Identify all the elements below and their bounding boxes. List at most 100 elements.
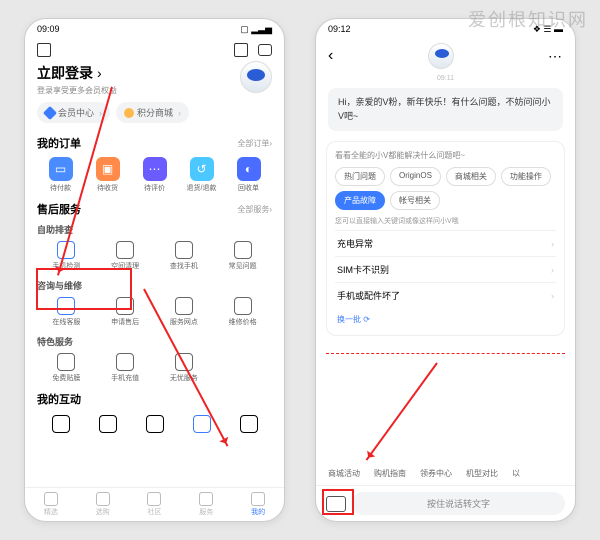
back-button[interactable]: ‹ bbox=[328, 47, 333, 65]
quick-activity[interactable]: 商城活动 bbox=[328, 468, 360, 479]
order-pending-pay[interactable]: ▭待付款 bbox=[37, 157, 84, 193]
timestamp: 09:11 bbox=[316, 75, 575, 82]
svc-cleanup[interactable]: 空间清理 bbox=[96, 241, 155, 271]
recycle-icon: ◐ bbox=[237, 157, 261, 181]
nav-mine[interactable]: 我的 bbox=[232, 492, 284, 517]
after-title: 售后服务 bbox=[37, 201, 81, 217]
quick-more[interactable]: 以 bbox=[512, 468, 520, 479]
phone-icon bbox=[57, 241, 75, 259]
bag-icon bbox=[96, 492, 110, 506]
tag-fault[interactable]: 产品故障 bbox=[335, 191, 385, 210]
order-refund[interactable]: ↺退货/退款 bbox=[178, 157, 225, 193]
cart-icon[interactable] bbox=[234, 43, 248, 57]
refresh-button[interactable]: 换一批 bbox=[335, 308, 556, 327]
order-recycle[interactable]: ◐回收单 bbox=[225, 157, 272, 193]
keyboard-icon[interactable] bbox=[326, 496, 346, 512]
status-icons: ▢ ▂▃▅ bbox=[240, 24, 272, 35]
sub-special: 特色服务 bbox=[37, 335, 272, 348]
phone-right: 09:12 ❖ ☰ ▬ ‹ ⋯ 09:11 Hi，亲爱的V粉，新年快乐！有什么问… bbox=[315, 18, 576, 522]
voice-input[interactable]: 按住说话转文字 bbox=[352, 492, 565, 515]
order-review[interactable]: ⋯待评价 bbox=[131, 157, 178, 193]
tag-account[interactable]: 帐号相关 bbox=[390, 191, 440, 210]
price-icon bbox=[234, 297, 252, 315]
quick-coupon[interactable]: 领券中心 bbox=[420, 468, 452, 479]
orders-more[interactable]: 全部订单 bbox=[237, 138, 272, 149]
q-sim[interactable]: SIM卡不识别 bbox=[335, 256, 556, 282]
film-icon bbox=[57, 353, 75, 371]
chip-member[interactable]: 会员中心 bbox=[37, 102, 110, 123]
settings-icon[interactable] bbox=[37, 43, 51, 57]
status-bar: 09:09 ▢ ▂▃▅ bbox=[25, 19, 284, 39]
recharge-icon bbox=[116, 353, 134, 371]
circle-icon bbox=[146, 415, 164, 433]
svc-apply[interactable]: 申请售后 bbox=[96, 297, 155, 327]
nav-featured[interactable]: 精选 bbox=[25, 492, 77, 517]
inter-1[interactable] bbox=[37, 415, 84, 433]
svc-film[interactable]: 免费贴膜 bbox=[37, 353, 96, 383]
question-icon bbox=[234, 241, 252, 259]
inter-title: 我的互动 bbox=[37, 391, 81, 407]
q-charge[interactable]: 充电异常 bbox=[335, 230, 556, 256]
inter-3[interactable] bbox=[131, 415, 178, 433]
chip-points[interactable]: 积分商城 bbox=[116, 102, 189, 123]
tag-mall[interactable]: 商城相关 bbox=[446, 167, 496, 186]
after-more[interactable]: 全部服务 bbox=[237, 204, 272, 215]
bookmark-icon bbox=[52, 415, 70, 433]
svc-phone-check[interactable]: 手机检测 bbox=[37, 241, 96, 271]
user-icon bbox=[251, 492, 265, 506]
inter-2[interactable] bbox=[84, 415, 131, 433]
watermark: 爱创根知识网 bbox=[468, 6, 588, 32]
star-icon bbox=[193, 415, 211, 433]
heart-icon bbox=[240, 415, 258, 433]
annotation-arrow bbox=[366, 362, 438, 460]
form-icon bbox=[116, 297, 134, 315]
wallet-icon: ▭ bbox=[49, 157, 73, 181]
q-broken[interactable]: 手机或配件坏了 bbox=[335, 282, 556, 308]
login-title[interactable]: 立即登录 bbox=[37, 63, 272, 83]
svc-recharge[interactable]: 手机充值 bbox=[96, 353, 155, 383]
nav-service[interactable]: 服务 bbox=[180, 492, 232, 517]
diamond-icon bbox=[43, 105, 57, 119]
quick-guide[interactable]: 购机指南 bbox=[374, 468, 406, 479]
chat-icon: ⋯ bbox=[143, 157, 167, 181]
refund-icon: ↺ bbox=[190, 157, 214, 181]
svc-faq[interactable]: 常见问题 bbox=[213, 241, 272, 271]
sub-consult: 咨询与维修 bbox=[37, 279, 272, 292]
svc-price[interactable]: 维修价格 bbox=[213, 297, 272, 327]
clock-icon bbox=[99, 415, 117, 433]
search-icon bbox=[175, 241, 193, 259]
faq-sub: 您可以直接输入关键词或像这样问小V哦 bbox=[335, 216, 556, 226]
faq-card: 看看全能的小V都能解决什么问题吧~ 热门问题 OriginOS 商城相关 功能操… bbox=[326, 141, 565, 336]
tag-func[interactable]: 功能操作 bbox=[501, 167, 551, 186]
avatar[interactable] bbox=[240, 61, 272, 93]
bot-avatar bbox=[428, 43, 454, 69]
inter-5[interactable] bbox=[225, 415, 272, 433]
order-pending-ship[interactable]: ▣待收货 bbox=[84, 157, 131, 193]
people-icon bbox=[147, 492, 161, 506]
inter-4[interactable] bbox=[178, 415, 225, 433]
sub-diag: 自助排查 bbox=[37, 223, 272, 236]
svc-store[interactable]: 服务网点 bbox=[155, 297, 214, 327]
faq-title: 看看全能的小V都能解决什么问题吧~ bbox=[335, 150, 556, 161]
login-sub: 登录享受更多会员权益 bbox=[37, 85, 272, 96]
quick-compare[interactable]: 机型对比 bbox=[466, 468, 498, 479]
quick-bar: 商城活动 购机指南 领券中心 机型对比 以 bbox=[316, 462, 575, 485]
orders-title: 我的订单 bbox=[37, 135, 81, 151]
svc-worry[interactable]: 无忧服务 bbox=[155, 353, 214, 383]
more-icon[interactable]: ⋯ bbox=[548, 48, 563, 65]
svc-online[interactable]: 在线客服 bbox=[37, 297, 96, 327]
shield-icon bbox=[175, 353, 193, 371]
box-icon: ▣ bbox=[96, 157, 120, 181]
tag-hot[interactable]: 热门问题 bbox=[335, 167, 385, 186]
home-icon bbox=[44, 492, 58, 506]
nav-shop[interactable]: 选购 bbox=[77, 492, 129, 517]
phone-left: 09:09 ▢ ▂▃▅ 立即登录 登录享受更多会员权益 会员中心 积分商城 我的… bbox=[24, 18, 285, 522]
location-icon bbox=[175, 297, 193, 315]
tag-os[interactable]: OriginOS bbox=[390, 167, 441, 186]
message-icon[interactable] bbox=[258, 44, 272, 56]
chat-bubble: Hi，亲爱的V粉，新年快乐！有什么问题，不妨问问小V吧~ bbox=[328, 88, 563, 131]
nav-community[interactable]: 社区 bbox=[129, 492, 181, 517]
status-time: 09:09 bbox=[37, 24, 60, 34]
coin-icon bbox=[124, 108, 134, 118]
svc-find[interactable]: 查找手机 bbox=[155, 241, 214, 271]
